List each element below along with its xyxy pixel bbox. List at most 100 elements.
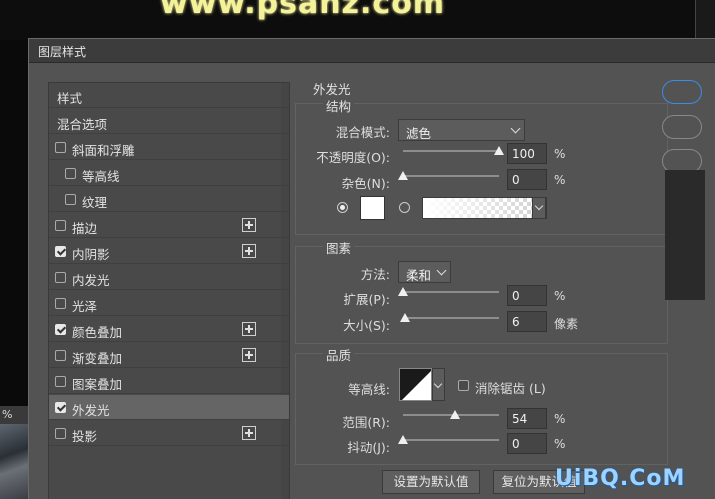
spread-slider[interactable] (398, 287, 499, 296)
style-checkbox[interactable] (55, 220, 66, 231)
spread-input[interactable]: 0 (507, 285, 547, 306)
dialog-title: 图层样式 (38, 45, 87, 59)
add-effect-icon[interactable] (242, 322, 256, 336)
style-list-label: 光泽 (72, 299, 98, 314)
opacity-slider-thumb[interactable] (494, 146, 504, 155)
gradient-radio[interactable] (399, 202, 410, 213)
glow-color-swatch[interactable] (360, 196, 385, 220)
quality-title: 品质 (323, 345, 355, 364)
style-list-item[interactable]: 混合选项 (49, 109, 289, 134)
style-list-label: 外发光 (72, 403, 110, 418)
range-slider-thumb[interactable] (449, 410, 460, 419)
anti-alias-label: 消除锯齿 (L) (475, 381, 546, 396)
jitter-unit: % (554, 437, 566, 451)
background-panel (695, 0, 715, 40)
style-checkbox[interactable] (55, 350, 66, 361)
style-list-item[interactable]: 斜面和浮雕 (49, 135, 289, 160)
style-list-label: 图案叠加 (72, 377, 123, 392)
size-unit: 像素 (554, 317, 579, 331)
style-checkbox[interactable] (55, 142, 66, 153)
cancel-button[interactable] (662, 115, 702, 139)
blend-mode-select[interactable]: 滤色 (398, 119, 525, 141)
add-effect-icon[interactable] (242, 244, 256, 258)
gradient-dropdown[interactable] (532, 197, 546, 219)
style-list-item[interactable]: 投影 (49, 421, 289, 446)
style-list-item[interactable]: 内阴影 (49, 239, 289, 264)
style-checkbox[interactable] (65, 168, 76, 179)
noise-slider-thumb[interactable] (398, 171, 408, 180)
jitter-label: 抖动(J): (347, 440, 390, 455)
chevron-down-icon (534, 201, 544, 211)
contour-label: 等高线: (348, 382, 390, 397)
style-list-label: 内阴影 (72, 247, 110, 262)
style-list-item[interactable]: 图案叠加 (49, 369, 289, 394)
spread-slider-thumb[interactable] (398, 287, 408, 296)
add-effect-icon[interactable] (242, 218, 256, 232)
spread-label: 扩展(P): (343, 292, 390, 307)
range-unit: % (554, 412, 566, 426)
style-list-label: 颜色叠加 (72, 325, 123, 340)
style-checkbox[interactable] (55, 376, 66, 387)
contour-preview[interactable] (399, 368, 432, 401)
jitter-slider[interactable] (398, 435, 499, 444)
range-slider[interactable] (403, 410, 499, 419)
style-list-item[interactable]: 光泽 (49, 291, 289, 316)
style-list-item[interactable]: 颜色叠加 (49, 317, 289, 342)
opacity-slider[interactable] (403, 146, 504, 155)
opacity-input[interactable]: 100 (507, 143, 547, 164)
ok-button[interactable] (662, 80, 702, 104)
blend-mode-label: 混合模式: (335, 125, 390, 140)
style-checkbox[interactable] (55, 246, 66, 257)
style-checkbox[interactable] (55, 324, 66, 335)
style-list-item[interactable]: 描边 (49, 213, 289, 238)
spread-unit: % (554, 289, 566, 303)
add-effect-icon[interactable] (242, 426, 256, 440)
size-input[interactable]: 6 (507, 311, 547, 332)
jitter-slider-thumb[interactable] (398, 435, 408, 444)
structure-title: 结构 (323, 96, 355, 115)
size-slider-thumb[interactable] (400, 313, 411, 322)
style-list-item[interactable]: 纹理 (49, 187, 289, 212)
noise-input[interactable]: 0 (507, 169, 547, 190)
size-label: 大小(S): (343, 318, 390, 333)
style-checkbox[interactable] (65, 194, 76, 205)
style-list-item[interactable]: 渐变叠加 (49, 343, 289, 368)
glow-gradient-preview[interactable] (422, 197, 547, 219)
style-list-item[interactable]: 内发光 (49, 265, 289, 290)
style-checkbox[interactable] (55, 402, 66, 413)
chevron-down-icon (436, 265, 447, 276)
add-effect-icon[interactable] (242, 348, 256, 362)
noise-slider[interactable] (398, 171, 499, 180)
dialog-titlebar[interactable]: 图层样式 (29, 39, 715, 63)
style-list: 样式混合选项 斜面和浮雕等高线纹理描边内阴影内发光光泽颜色叠加渐变叠加图案叠加外发… (48, 82, 290, 499)
chevron-down-icon (510, 123, 521, 134)
technique-label: 方法: (360, 267, 390, 282)
style-checkbox[interactable] (55, 298, 66, 309)
style-list-label: 等高线 (82, 169, 120, 184)
noise-unit: % (554, 173, 566, 187)
style-list-item[interactable]: 样式 (49, 83, 289, 108)
style-list-label: 样式 (57, 91, 83, 106)
style-checkbox[interactable] (55, 428, 66, 439)
set-default-button[interactable]: 设置为默认值 (382, 470, 480, 494)
style-list-label: 描边 (72, 221, 98, 236)
zoom-percent-label: % (0, 406, 28, 424)
range-input[interactable]: 54 (507, 408, 547, 429)
style-list-label: 渐变叠加 (72, 351, 123, 366)
blend-mode-value: 滤色 (406, 126, 432, 141)
noise-label: 杂色(N): (341, 176, 390, 191)
style-list-item[interactable]: 等高线 (49, 161, 289, 186)
anti-alias-checkbox[interactable] (458, 380, 469, 391)
style-list-item[interactable]: 外发光 (49, 395, 289, 420)
jitter-input[interactable]: 0 (507, 433, 547, 454)
technique-select[interactable]: 柔和 (398, 261, 451, 283)
contour-curve-icon (402, 371, 431, 400)
style-preview (665, 170, 705, 300)
size-slider[interactable] (400, 313, 499, 322)
style-checkbox[interactable] (55, 272, 66, 283)
corner-watermark: UiBQ.CoM (555, 466, 686, 491)
opacity-unit: % (554, 147, 566, 161)
color-radio[interactable] (337, 202, 348, 213)
range-label: 范围(R): (342, 415, 390, 430)
contour-dropdown[interactable] (432, 368, 445, 401)
